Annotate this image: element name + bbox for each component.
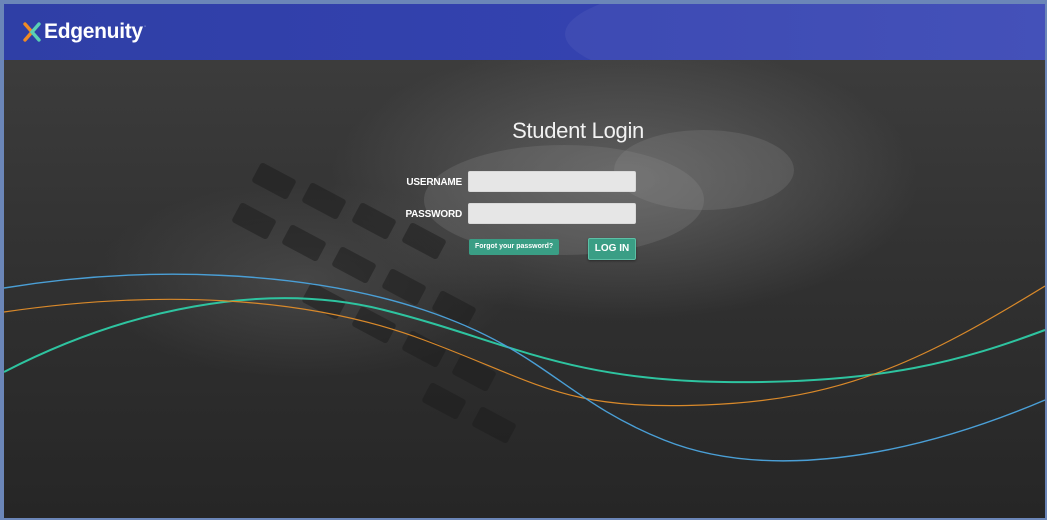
username-input[interactable]: [468, 171, 636, 192]
browser-frame: Edgenuity · Student Login USERNAME PASSW…: [0, 0, 1047, 520]
brand-logo[interactable]: Edgenuity ·: [22, 17, 146, 47]
brand-trademark: ·: [143, 23, 146, 30]
forgot-password-button[interactable]: Forgot your password?: [469, 239, 560, 255]
page-title: Student Login: [512, 118, 644, 143]
log-in-button[interactable]: LOG IN: [588, 238, 636, 260]
brand-name: Edgenuity: [44, 20, 143, 43]
password-input[interactable]: [468, 203, 636, 224]
password-label: PASSWORD: [405, 209, 462, 220]
username-label: USERNAME: [406, 177, 462, 188]
login-form: Student Login USERNAME PASSWORD Forgot y…: [4, 60, 1045, 518]
site-header: Edgenuity ·: [4, 4, 1045, 60]
edgenuity-x-icon: [23, 22, 41, 42]
header-sweep: [565, 4, 1045, 60]
login-background: Student Login USERNAME PASSWORD Forgot y…: [4, 60, 1045, 518]
